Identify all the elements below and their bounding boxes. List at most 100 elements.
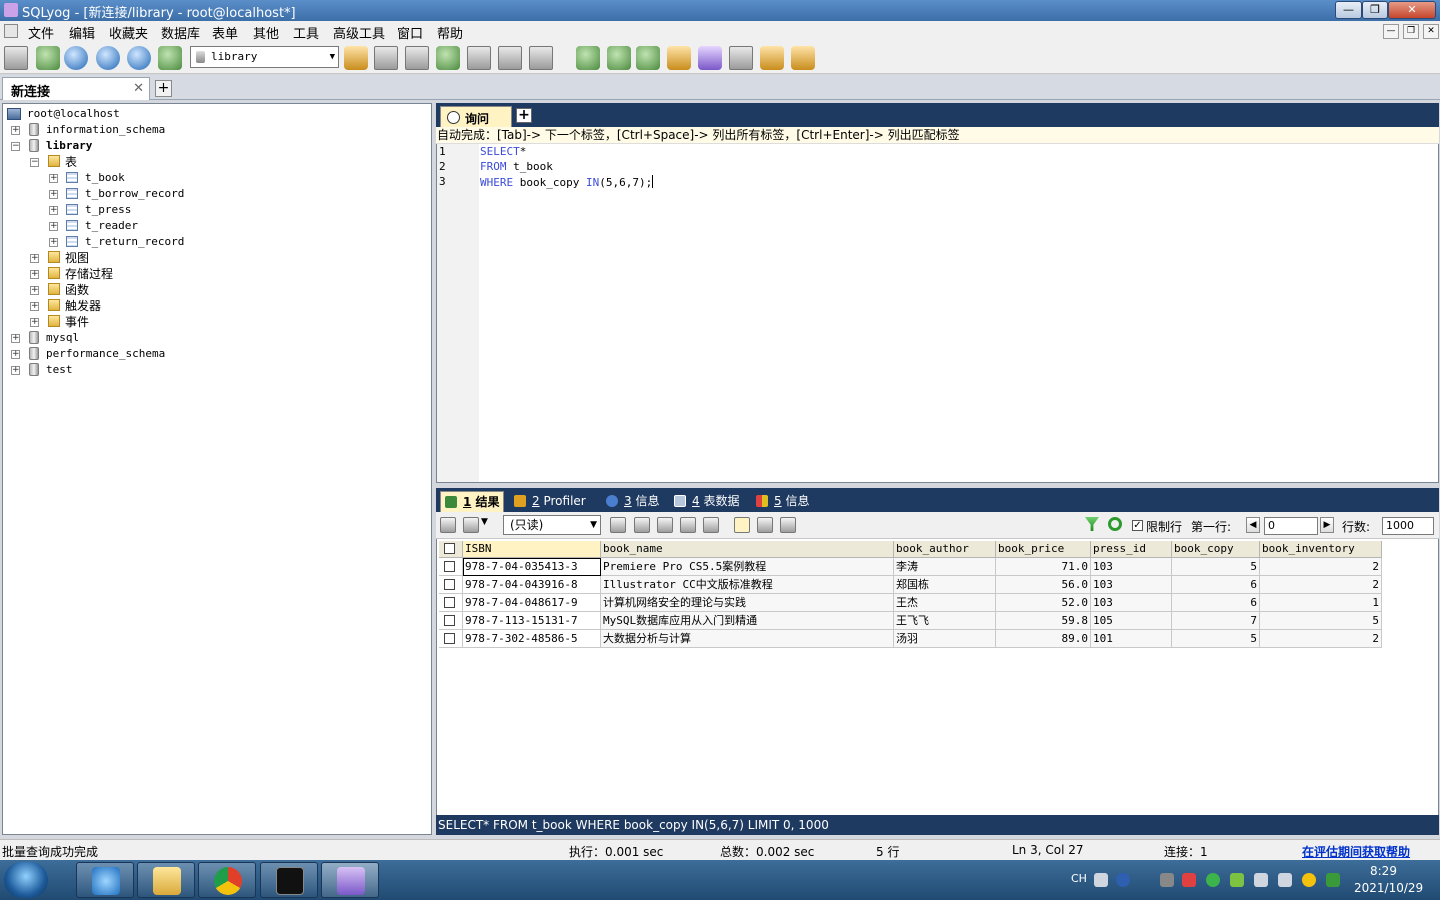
tree-table-t-borrow-record[interactable]: t_borrow_record bbox=[85, 186, 184, 202]
add-connection-tab-button[interactable]: + bbox=[155, 80, 172, 97]
data-sync-icon[interactable] bbox=[791, 46, 815, 70]
table-cell[interactable]: 6 bbox=[1172, 594, 1260, 612]
schema-icon[interactable] bbox=[158, 46, 182, 70]
tree-db-mysql[interactable]: mysql bbox=[46, 330, 79, 346]
tree-table-t-book[interactable]: t_book bbox=[85, 170, 125, 186]
row-checkbox[interactable] bbox=[444, 597, 455, 608]
table-cell[interactable]: 2 bbox=[1260, 576, 1382, 594]
taskbar-mysql-console[interactable] bbox=[260, 862, 318, 898]
mdi-minimize-icon[interactable]: — bbox=[1383, 24, 1399, 39]
readonly-select[interactable]: (只读) ▼ bbox=[503, 515, 601, 535]
help-icon[interactable] bbox=[1116, 873, 1130, 887]
next-page-icon[interactable]: ▶ bbox=[1320, 517, 1334, 533]
tree-table-t-return-record[interactable]: t_return_record bbox=[85, 234, 184, 250]
sync-icon[interactable] bbox=[607, 46, 631, 70]
form-view-icon[interactable] bbox=[757, 517, 773, 533]
text-view-icon[interactable] bbox=[780, 517, 796, 533]
table-cell[interactable]: 978-7-04-043916-8 bbox=[463, 576, 601, 594]
menu-file[interactable]: 文件 bbox=[28, 23, 54, 42]
table-cell[interactable]: 计算机网络安全的理论与实践 bbox=[601, 594, 894, 612]
database-select[interactable]: library ▼ bbox=[190, 46, 339, 68]
new-connection-icon[interactable] bbox=[4, 46, 28, 70]
grid-view-icon[interactable] bbox=[734, 517, 750, 533]
compare-icon[interactable] bbox=[636, 46, 660, 70]
maximize-button[interactable]: ❐ bbox=[1362, 1, 1388, 19]
import-icon[interactable] bbox=[463, 517, 479, 533]
security-icon[interactable] bbox=[1206, 873, 1220, 887]
collapse-icon[interactable]: − bbox=[11, 142, 20, 151]
tab-info[interactable]: 3 信息 bbox=[602, 491, 664, 512]
tree-db-library[interactable]: library bbox=[46, 138, 92, 154]
table-cell[interactable]: 52.0 bbox=[996, 594, 1091, 612]
taskbar-ie[interactable] bbox=[76, 862, 134, 898]
rows-input[interactable]: 1000 bbox=[1382, 517, 1434, 535]
tree-folder-functions[interactable]: 函数 bbox=[65, 282, 89, 298]
table-cell[interactable]: 5 bbox=[1260, 612, 1382, 630]
row-select-cell[interactable] bbox=[439, 630, 463, 648]
tree-db-performance-schema[interactable]: performance_schema bbox=[46, 346, 165, 362]
table-cell[interactable]: 978-7-302-48586-5 bbox=[463, 630, 601, 648]
row-checkbox[interactable] bbox=[444, 579, 455, 590]
taskbar-sqlyog[interactable] bbox=[321, 862, 379, 898]
flag-icon[interactable] bbox=[1182, 873, 1196, 887]
execute-query-icon[interactable] bbox=[64, 46, 88, 70]
menu-database[interactable]: 数据库 bbox=[161, 23, 200, 42]
backup-icon[interactable] bbox=[436, 46, 460, 70]
table-cell[interactable]: 59.8 bbox=[996, 612, 1091, 630]
row-checkbox[interactable] bbox=[444, 561, 455, 572]
table-cell[interactable]: 5 bbox=[1172, 558, 1260, 576]
table-cell[interactable]: 978-7-113-15131-7 bbox=[463, 612, 601, 630]
tree-table-t-reader[interactable]: t_reader bbox=[85, 218, 138, 234]
cancel-icon[interactable] bbox=[703, 517, 719, 533]
connection-tab[interactable]: 新连接 ✕ bbox=[2, 77, 150, 100]
tab-history[interactable]: 5 信息 bbox=[752, 491, 816, 512]
add-query-tab-button[interactable]: + bbox=[516, 108, 532, 123]
export-icon[interactable] bbox=[440, 517, 456, 533]
help-link[interactable]: 在评估期间获取帮助 bbox=[1302, 843, 1410, 860]
table-cell[interactable]: 71.0 bbox=[996, 558, 1091, 576]
menu-favorites[interactable]: 收藏夹 bbox=[109, 23, 148, 42]
select-all-header[interactable] bbox=[439, 541, 463, 558]
expand-icon[interactable]: + bbox=[30, 286, 39, 295]
table-cell[interactable]: MySQL数据库应用从入门到精通 bbox=[601, 612, 894, 630]
table-cell[interactable]: 2 bbox=[1260, 630, 1382, 648]
update-icon[interactable] bbox=[1230, 873, 1244, 887]
volume-icon[interactable] bbox=[1278, 873, 1292, 887]
table-cell[interactable]: 1 bbox=[1260, 594, 1382, 612]
table-cell[interactable]: 大数据分析与计算 bbox=[601, 630, 894, 648]
expand-icon[interactable]: + bbox=[49, 206, 58, 215]
expand-icon[interactable]: + bbox=[49, 222, 58, 231]
table-cell[interactable]: 李涛 bbox=[894, 558, 996, 576]
create-database-icon[interactable] bbox=[374, 46, 398, 70]
expand-icon[interactable]: + bbox=[30, 302, 39, 311]
previous-page-icon[interactable]: ◀ bbox=[1246, 517, 1260, 533]
table-cell[interactable]: 105 bbox=[1091, 612, 1172, 630]
column-header[interactable]: book_inventory bbox=[1260, 541, 1382, 558]
table-cell[interactable]: 王飞飞 bbox=[894, 612, 996, 630]
new-query-icon[interactable] bbox=[36, 46, 60, 70]
keyboard-icon[interactable] bbox=[1094, 873, 1108, 887]
menu-tools[interactable]: 工具 bbox=[293, 23, 319, 42]
expand-icon[interactable]: + bbox=[49, 190, 58, 199]
tree-folder-triggers[interactable]: 触发器 bbox=[65, 298, 101, 314]
scheduler-icon[interactable] bbox=[667, 46, 691, 70]
close-tab-icon[interactable]: ✕ bbox=[133, 81, 144, 96]
schema-designer-icon[interactable] bbox=[760, 46, 784, 70]
network-icon[interactable] bbox=[1254, 873, 1268, 887]
table-cell[interactable]: 56.0 bbox=[996, 576, 1091, 594]
import-icon[interactable] bbox=[576, 46, 600, 70]
row-checkbox[interactable] bbox=[444, 615, 455, 626]
tree-db-information-schema[interactable]: information_schema bbox=[46, 122, 165, 138]
tree-folder-views[interactable]: 视图 bbox=[65, 250, 89, 266]
add-row-icon[interactable] bbox=[610, 517, 626, 533]
first-row-input[interactable]: 0 bbox=[1264, 517, 1318, 535]
tab-table-data[interactable]: 4 表数据 bbox=[670, 491, 746, 512]
query-tab[interactable]: 询问 bbox=[440, 106, 512, 127]
collapse-icon[interactable]: − bbox=[30, 158, 39, 167]
column-header[interactable]: book_price bbox=[996, 541, 1091, 558]
expand-icon[interactable]: + bbox=[30, 254, 39, 263]
select-all-checkbox[interactable] bbox=[444, 543, 455, 554]
tree-folder-tables[interactable]: 表 bbox=[65, 154, 77, 170]
limit-rows-checkbox[interactable]: ✓ bbox=[1132, 520, 1143, 531]
tab-results[interactable]: 1 结果 bbox=[440, 491, 504, 512]
